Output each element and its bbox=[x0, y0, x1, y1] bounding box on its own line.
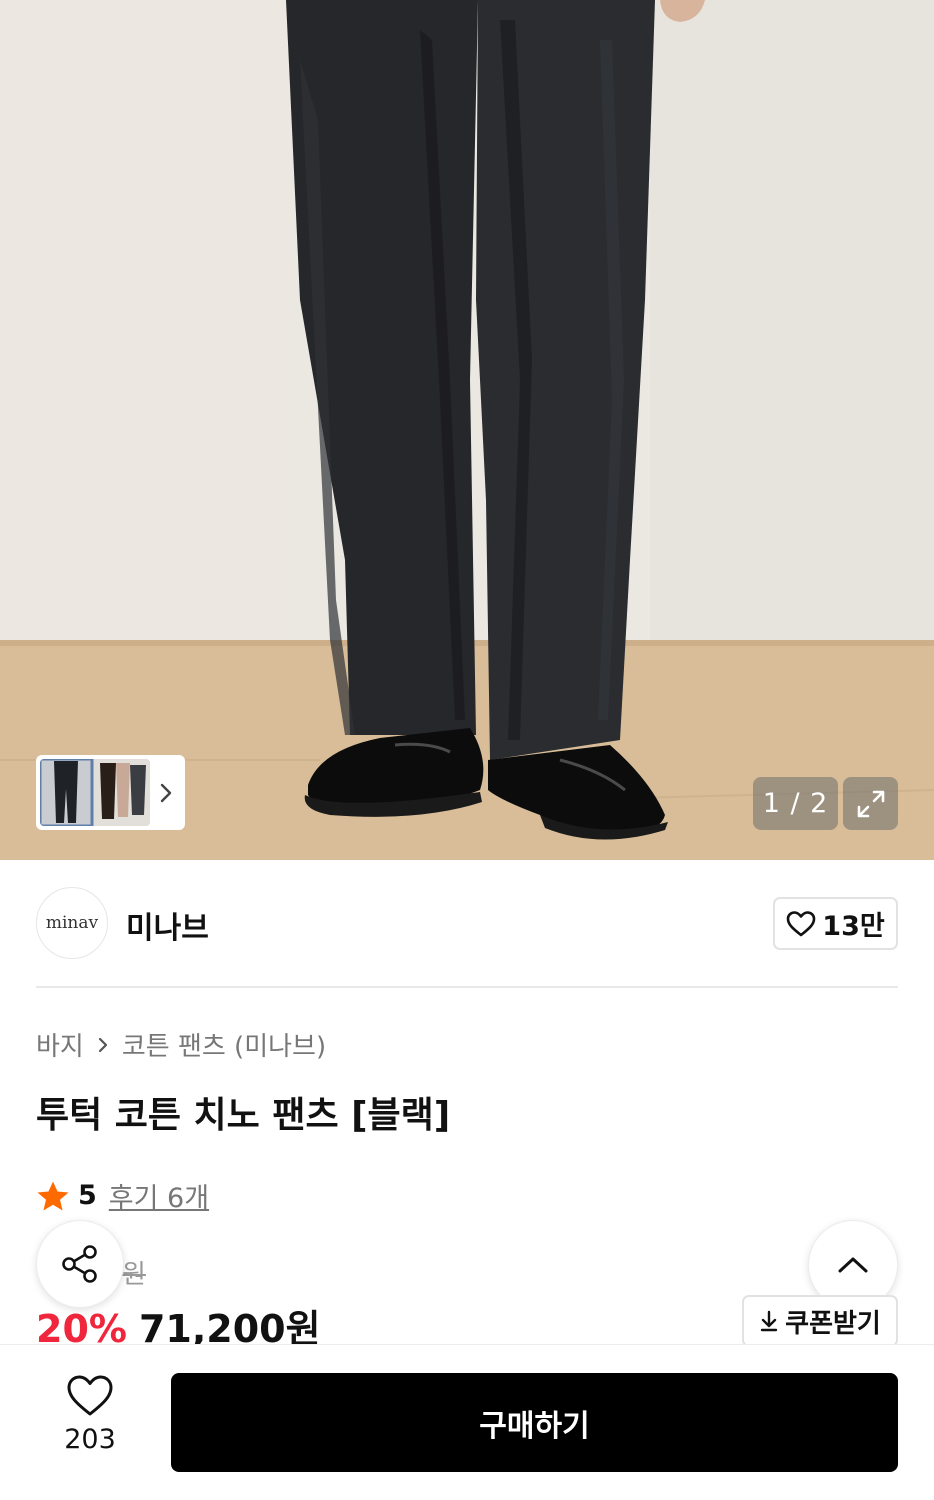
download-icon bbox=[760, 1310, 778, 1332]
product-photo-trousers bbox=[0, 0, 934, 860]
heart-icon bbox=[67, 1375, 113, 1416]
chevron-right-icon bbox=[98, 1037, 107, 1052]
product-title: 투턱 코튼 치노 팬츠 [블랙] bbox=[36, 1095, 451, 1136]
expand-image-button[interactable] bbox=[843, 777, 898, 830]
brand-like-button[interactable]: 13만 bbox=[773, 897, 898, 950]
buy-button[interactable]: 구매하기 bbox=[171, 1373, 898, 1472]
star-icon bbox=[37, 1181, 69, 1210]
heart-icon bbox=[786, 910, 816, 936]
original-price-text: 원 bbox=[122, 1260, 146, 1290]
breadcrumb: 바지 코튼 팬츠 (미나브) bbox=[36, 1026, 326, 1063]
breadcrumb-category[interactable]: 바지 bbox=[36, 1026, 84, 1063]
brand-like-count: 13만 bbox=[822, 911, 885, 942]
wishlist-count: 203 bbox=[64, 1424, 116, 1455]
coupon-button[interactable]: 쿠폰받기 bbox=[742, 1295, 898, 1347]
product-image[interactable]: 1 / 2 bbox=[0, 0, 934, 860]
share-button[interactable] bbox=[36, 1220, 124, 1308]
gallery-thumbnail[interactable] bbox=[40, 759, 150, 826]
gallery-thumbnail-strip[interactable] bbox=[36, 755, 185, 830]
brand-name[interactable]: 미나브 bbox=[126, 903, 209, 947]
gallery-next-button[interactable] bbox=[150, 782, 181, 804]
thumbnail-image bbox=[40, 759, 150, 826]
breadcrumb-subcategory[interactable]: 코튼 팬츠 (미나브) bbox=[122, 1026, 326, 1063]
chevron-right-icon bbox=[160, 783, 171, 802]
gallery-counter: 1 / 2 bbox=[753, 777, 838, 830]
section-divider bbox=[36, 986, 898, 988]
review-link[interactable]: 후기 6개 bbox=[109, 1176, 209, 1215]
share-icon bbox=[62, 1245, 97, 1283]
rating-score: 5 bbox=[78, 1180, 97, 1211]
rating-row: 5 후기 6개 bbox=[36, 1176, 209, 1215]
wishlist-button[interactable]: 203 bbox=[36, 1374, 144, 1455]
chevron-up-icon bbox=[838, 1257, 868, 1273]
brand-logo[interactable]: minav bbox=[36, 887, 108, 959]
coupon-label: 쿠폰받기 bbox=[785, 1308, 881, 1339]
expand-icon bbox=[857, 790, 884, 817]
